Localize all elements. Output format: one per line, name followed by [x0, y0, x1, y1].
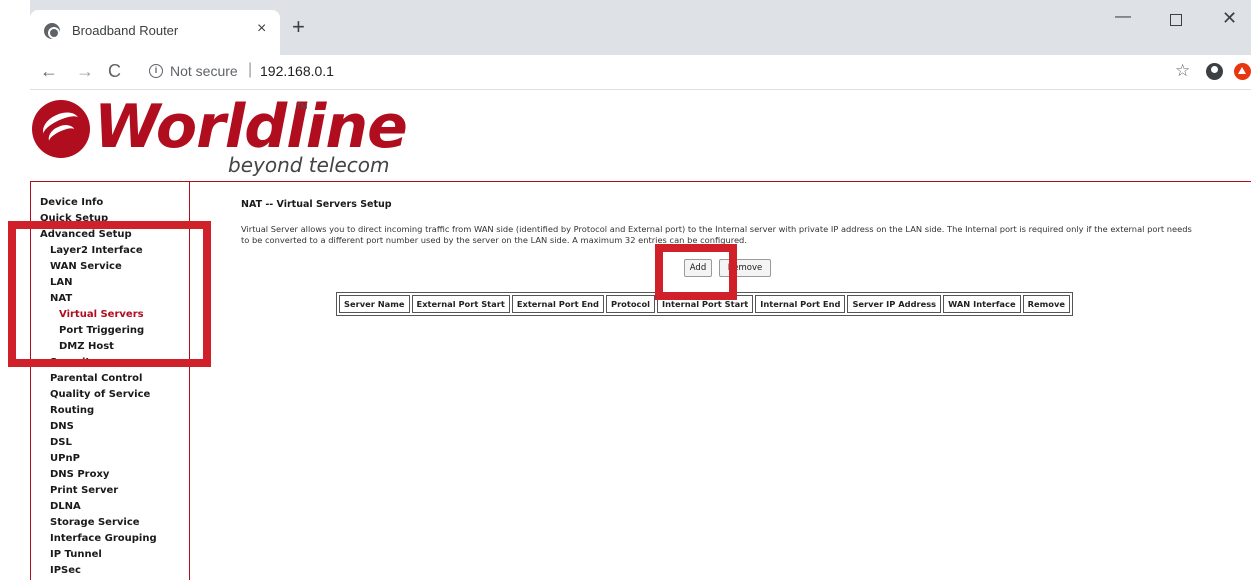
column-header: Protocol — [606, 295, 656, 313]
brand-wordmark: Worldline — [94, 92, 408, 162]
page-description: Virtual Server allows you to direct inco… — [241, 224, 1192, 245]
window-close-icon[interactable]: ✕ — [1222, 8, 1237, 29]
sidebar-item-ipsec[interactable]: IPSec — [50, 565, 81, 576]
sidebar-item-parental-control[interactable]: Parental Control — [50, 373, 142, 384]
column-header: Server IP Address — [847, 295, 942, 313]
sidebar-item-dsl[interactable]: DSL — [50, 437, 72, 448]
back-arrow-icon[interactable]: ← — [40, 61, 58, 82]
sidebar-item-ip-tunnel[interactable]: IP Tunnel — [50, 549, 102, 560]
sidebar-item-dns[interactable]: DNS — [50, 421, 74, 432]
forward-arrow-icon[interactable]: → — [76, 61, 94, 82]
sidebar-item-dns-proxy[interactable]: DNS Proxy — [50, 469, 109, 480]
header-divider — [30, 181, 1251, 182]
profile-avatar-icon[interactable] — [1206, 63, 1223, 80]
worldline-logo-mark-icon — [32, 100, 90, 158]
sidebar-item-storage-service[interactable]: Storage Service — [50, 517, 140, 528]
column-header: Server Name — [339, 295, 410, 313]
sidebar-item-quality-of-service[interactable]: Quality of Service — [50, 389, 150, 400]
tab-title: Broadband Router — [72, 23, 179, 38]
column-header: Remove — [1022, 295, 1070, 313]
not-secure-label[interactable]: Not secure — [170, 63, 238, 79]
page-title: NAT -- Virtual Servers Setup — [241, 199, 392, 210]
sidebar-item-print-server[interactable]: Print Server — [50, 485, 118, 496]
browser-toolbar: ← → C i Not secure | 192.168.0.1 ☆ — [30, 55, 1251, 90]
extension-icon[interactable] — [1234, 63, 1251, 80]
sidebar-item-dlna[interactable]: DLNA — [50, 501, 81, 512]
brand-tagline: beyond telecom — [228, 153, 390, 177]
annotation-highlight-sidebar — [8, 221, 211, 367]
sidebar-item-routing[interactable]: Routing — [50, 405, 94, 416]
url-separator: | — [248, 61, 253, 78]
sidebar-item-device-info[interactable]: Device Info — [40, 197, 103, 208]
trademark-symbol: TM — [296, 102, 308, 111]
info-icon[interactable]: i — [149, 64, 163, 78]
window-edge — [0, 0, 30, 90]
close-tab-icon[interactable]: × — [257, 20, 266, 38]
column-header: External Port Start — [411, 295, 510, 313]
annotation-highlight-add — [655, 244, 737, 300]
reload-icon[interactable]: C — [108, 61, 121, 82]
column-header: Internal Port End — [755, 295, 846, 313]
minimize-icon[interactable]: — — [1115, 8, 1131, 26]
bookmark-star-icon[interactable]: ☆ — [1175, 61, 1190, 81]
globe-icon — [44, 23, 60, 39]
browser-tab-bar: Broadband Router × + — ✕ — [0, 0, 1251, 55]
maximize-icon[interactable] — [1170, 14, 1182, 26]
browser-tab[interactable]: Broadband Router × — [30, 10, 280, 55]
new-tab-icon[interactable]: + — [292, 16, 305, 38]
sidebar-item-upnp[interactable]: UPnP — [50, 453, 80, 464]
sidebar-item-interface-grouping[interactable]: Interface Grouping — [50, 533, 157, 544]
brand-logo: Worldline TM beyond telecom — [30, 92, 530, 182]
column-header: WAN Interface — [943, 295, 1021, 313]
address-bar[interactable]: 192.168.0.1 — [260, 63, 334, 79]
column-header: External Port End — [511, 295, 604, 313]
